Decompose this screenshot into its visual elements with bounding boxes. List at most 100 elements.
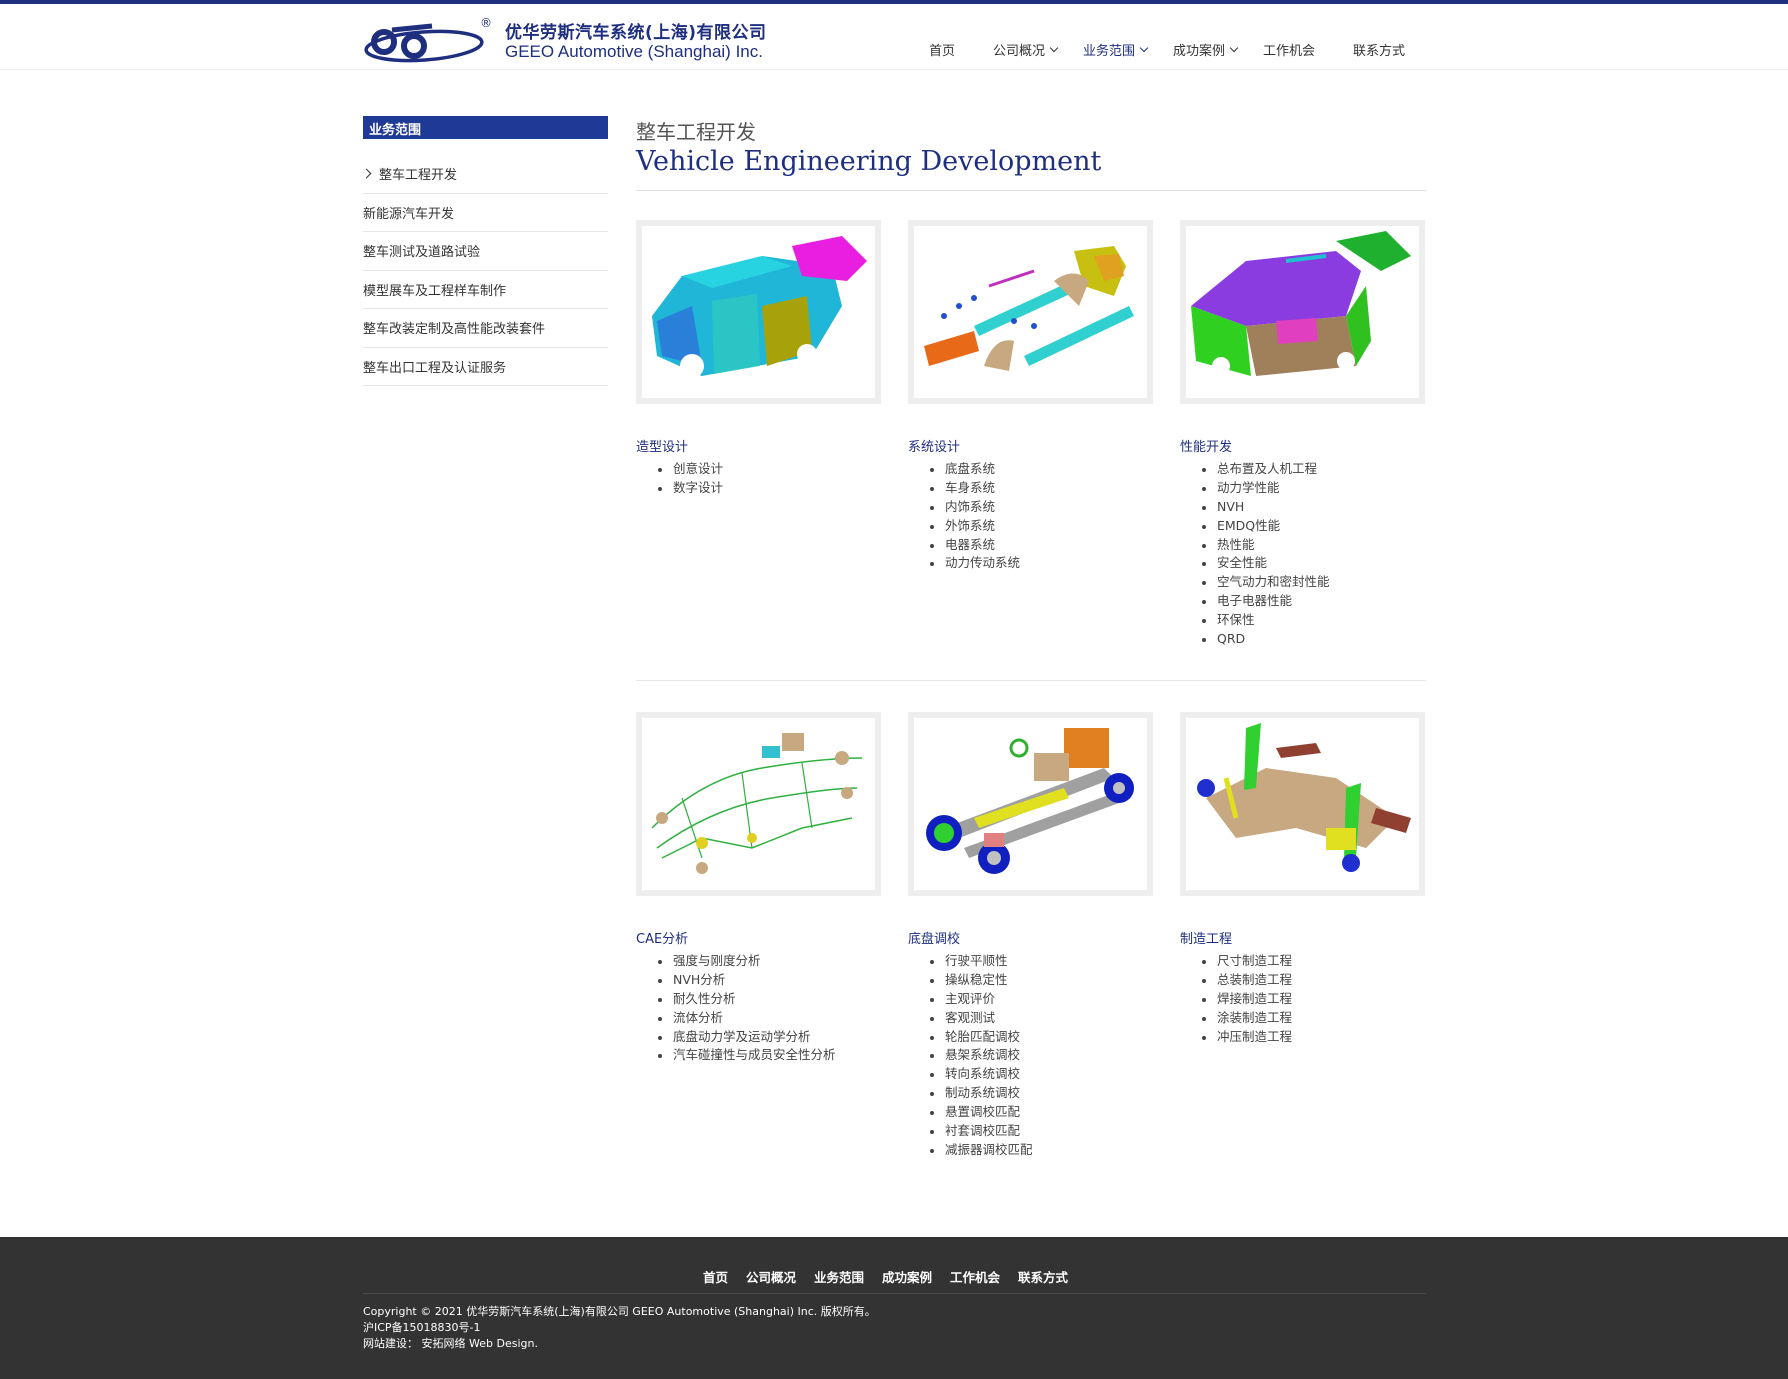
page-title-cn: 整车工程开发	[636, 120, 756, 144]
service-card-cae: CAE分析 强度与刚度分析 NVH分析 耐久性分析 流体分析 底盘动力学及运动学…	[636, 712, 881, 1065]
list-item: 涂装制造工程	[1202, 1009, 1425, 1028]
card-title[interactable]: CAE分析	[636, 928, 881, 948]
sidebar-title: 业务范围	[363, 116, 608, 139]
footer-link-careers[interactable]: 工作机会	[950, 1267, 1000, 1286]
list-item: 操纵稳定性	[930, 971, 1153, 990]
sidebar-item-testing[interactable]: 整车测试及道路试验	[363, 232, 608, 271]
list-item: 转向系统调校	[930, 1065, 1153, 1084]
list-item: 轮胎匹配调校	[930, 1028, 1153, 1047]
list-item: 悬置调校匹配	[930, 1103, 1153, 1122]
chassis-image[interactable]	[908, 712, 1153, 896]
list-item: 冲压制造工程	[1202, 1028, 1425, 1047]
list-item: 减振器调校匹配	[930, 1141, 1153, 1160]
list-item: 安全性能	[1202, 554, 1425, 573]
list-item: 动力学性能	[1202, 479, 1425, 498]
service-card-system-design: 系统设计 底盘系统 车身系统 内饰系统 外饰系统 电器系统 动力传动系统	[908, 220, 1153, 573]
exploded-body-parts-render	[924, 246, 1134, 371]
list-item: 客观测试	[930, 1009, 1153, 1028]
site-credit[interactable]: 网站建设： 安拓网络 Web Design.	[363, 1336, 876, 1352]
icp-link[interactable]: 沪ICP备15018830号-1	[363, 1320, 876, 1336]
list-item: 行驶平顺性	[930, 952, 1153, 971]
geeo-logo-icon	[364, 23, 484, 63]
sidebar: 业务范围 整车工程开发 新能源汽车开发 整车测试及道路试验 模型展车及工程样车制…	[361, 116, 608, 386]
chevron-down-icon	[1139, 43, 1149, 52]
list-item: 底盘动力学及运动学分析	[658, 1028, 881, 1047]
sidebar-list: 整车工程开发 新能源汽车开发 整车测试及道路试验 模型展车及工程样车制作 整车改…	[361, 155, 608, 386]
nav-item-services[interactable]: 业务范围	[1083, 40, 1149, 59]
vehicle-interior-image[interactable]	[1180, 220, 1425, 404]
footer-nav: 首页 公司概况 业务范围 成功案例 工作机会 联系方式	[0, 1267, 1788, 1287]
registered-mark: ®	[480, 16, 492, 30]
wiring-harness-render	[651, 733, 863, 874]
chevron-down-icon	[1229, 43, 1239, 52]
nav-item-careers[interactable]: 工作机会	[1263, 40, 1315, 59]
list-item: 数字设计	[658, 479, 881, 498]
footer-link-contact[interactable]: 联系方式	[1018, 1267, 1068, 1286]
footer-link-cases[interactable]: 成功案例	[882, 1267, 932, 1286]
list-item: 尺寸制造工程	[1202, 952, 1425, 971]
vehicle-body-interior-render	[1191, 231, 1411, 376]
list-item: 悬架系统调校	[930, 1046, 1153, 1065]
page-title-en: Vehicle Engineering Development	[636, 146, 1102, 177]
footer-divider	[363, 1293, 1426, 1294]
sidebar-item-vehicle-engineering[interactable]: 整车工程开发	[361, 155, 608, 194]
list-item: NVH	[1202, 498, 1425, 517]
list-item: 空气动力和密封性能	[1202, 573, 1425, 592]
list-item: 强度与刚度分析	[658, 952, 881, 971]
card-title[interactable]: 系统设计	[908, 436, 1153, 456]
list-item: 外饰系统	[930, 517, 1153, 536]
site-logo[interactable]: ® 优华劳斯汽车系统(上海)有限公司 GEEO Automotive (Shan…	[362, 16, 792, 68]
sidebar-item-new-energy[interactable]: 新能源汽车开发	[363, 194, 608, 232]
nav-item-contact[interactable]: 联系方式	[1353, 40, 1405, 59]
nav-item-company[interactable]: 公司概况	[993, 40, 1059, 59]
list-item: 电器系统	[930, 536, 1153, 555]
body-in-white-render	[652, 236, 867, 378]
footer-link-services[interactable]: 业务范围	[814, 1267, 864, 1286]
service-card-styling: 造型设计 创意设计 数字设计	[636, 220, 881, 498]
footer-link-company[interactable]: 公司概况	[746, 1267, 796, 1286]
list-item: QRD	[1202, 630, 1425, 649]
card-title[interactable]: 造型设计	[636, 436, 881, 456]
brand-name-cn: 优华劳斯汽车系统(上海)有限公司	[505, 23, 767, 43]
card-list: 总布置及人机工程 动力学性能 NVH EMDQ性能 热性能 安全性能 空气动力和…	[1180, 460, 1425, 649]
list-item: 电子电器性能	[1202, 592, 1425, 611]
nav-item-cases[interactable]: 成功案例	[1173, 40, 1239, 59]
list-item: 总装制造工程	[1202, 971, 1425, 990]
title-divider	[636, 190, 1426, 191]
site-header: ® 优华劳斯汽车系统(上海)有限公司 GEEO Automotive (Shan…	[0, 4, 1788, 70]
footer-link-home[interactable]: 首页	[703, 1267, 728, 1286]
list-item: 内饰系统	[930, 498, 1153, 517]
suspension-image[interactable]	[1180, 712, 1425, 896]
card-list: 底盘系统 车身系统 内饰系统 外饰系统 电器系统 动力传动系统	[908, 460, 1153, 573]
service-card-manufacturing: 制造工程 尺寸制造工程 总装制造工程 焊接制造工程 涂装制造工程 冲压制造工程	[1180, 712, 1425, 1046]
list-item: 车身系统	[930, 479, 1153, 498]
list-item: 动力传动系统	[930, 554, 1153, 573]
list-item: 总布置及人机工程	[1202, 460, 1425, 479]
sidebar-item-export[interactable]: 整车出口工程及认证服务	[363, 348, 608, 386]
sidebar-item-prototypes[interactable]: 模型展车及工程样车制作	[363, 271, 608, 309]
exploded-parts-image[interactable]	[908, 220, 1153, 404]
suspension-subframe-render	[1197, 723, 1411, 872]
chassis-render	[926, 728, 1134, 874]
list-item: 焊接制造工程	[1202, 990, 1425, 1009]
nav-item-home[interactable]: 首页	[929, 40, 955, 59]
service-card-chassis-tuning: 底盘调校 行驶平顺性 操纵稳定性 主观评价 客观测试 轮胎匹配调校 悬架系统调校…	[908, 712, 1153, 1160]
card-list: 行驶平顺性 操纵稳定性 主观评价 客观测试 轮胎匹配调校 悬架系统调校 转向系统…	[908, 952, 1153, 1160]
card-title[interactable]: 底盘调校	[908, 928, 1153, 948]
body-in-white-image[interactable]	[636, 220, 881, 404]
list-item: 热性能	[1202, 536, 1425, 555]
list-item: 衬套调校匹配	[930, 1122, 1153, 1141]
list-item: 耐久性分析	[658, 990, 881, 1009]
card-list: 创意设计 数字设计	[636, 460, 881, 498]
list-item: 制动系统调校	[930, 1084, 1153, 1103]
brand-name-en: GEEO Automotive (Shanghai) Inc.	[505, 42, 763, 61]
sidebar-item-customization[interactable]: 整车改装定制及高性能改装套件	[363, 309, 608, 348]
card-title[interactable]: 制造工程	[1180, 928, 1425, 948]
wiring-harness-image[interactable]	[636, 712, 881, 896]
chevron-right-icon	[361, 168, 372, 179]
list-item: 汽车碰撞性与成员安全性分析	[658, 1046, 881, 1065]
card-title[interactable]: 性能开发	[1180, 436, 1425, 456]
list-item: NVH分析	[658, 971, 881, 990]
list-item: 主观评价	[930, 990, 1153, 1009]
list-item: 底盘系统	[930, 460, 1153, 479]
